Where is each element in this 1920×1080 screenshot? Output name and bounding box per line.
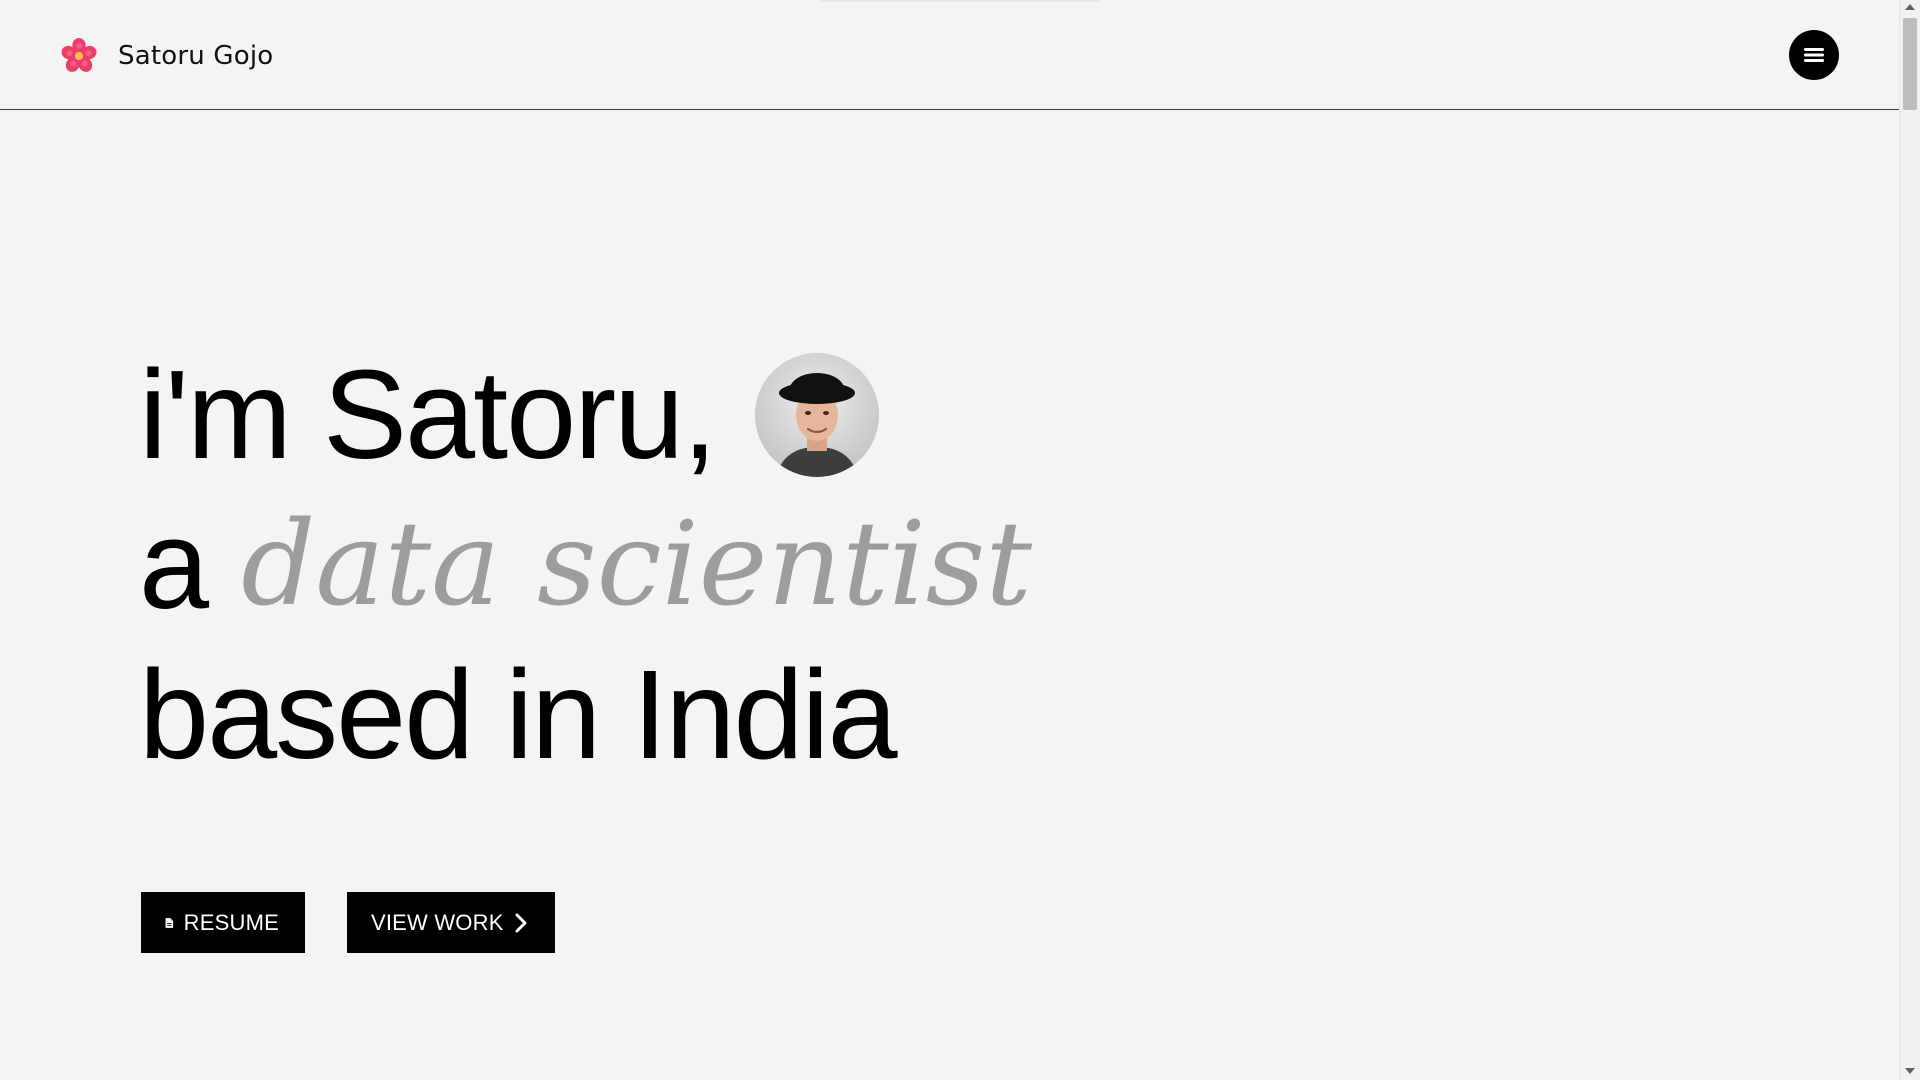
- view-work-button[interactable]: VIEW WORK: [347, 892, 555, 953]
- page: Satoru Gojo i'm Satoru, a data scientist…: [0, 0, 1920, 1080]
- hero-greeting: i'm Satoru,: [139, 344, 717, 485]
- resume-button[interactable]: RESUME: [141, 892, 305, 953]
- hero-line-2: a data scientist: [139, 490, 1032, 640]
- hamburger-icon: [1804, 48, 1824, 62]
- hero-line-1: i'm Satoru,: [139, 340, 1032, 490]
- resume-label: RESUME: [183, 909, 279, 935]
- hero-line-3: based in India: [139, 640, 1032, 790]
- flower-icon: [61, 37, 97, 72]
- vertical-scrollbar[interactable]: [1899, 0, 1920, 1080]
- document-icon: [165, 917, 174, 928]
- hero-actions: RESUME VIEW WORK: [141, 892, 555, 953]
- scroll-up-arrow[interactable]: [1905, 4, 1915, 10]
- scroll-down-arrow[interactable]: [1905, 1068, 1915, 1074]
- hero-location: based in India: [139, 644, 898, 785]
- scroll-thumb[interactable]: [1903, 18, 1917, 110]
- menu-button[interactable]: [1789, 30, 1839, 80]
- profile-photo: [755, 353, 880, 477]
- avatar: [755, 353, 880, 477]
- brand-name: Satoru Gojo: [118, 41, 274, 71]
- hero-prefix: a: [139, 494, 209, 635]
- chevron-right-icon: [515, 913, 527, 932]
- brand-link[interactable]: Satoru Gojo: [60, 36, 273, 76]
- hero-section: i'm Satoru, a data scientist based in In…: [139, 340, 1032, 790]
- view-work-label: VIEW WORK: [371, 909, 504, 935]
- hero-role: data scientist: [241, 497, 1032, 632]
- navbar: Satoru Gojo: [0, 0, 1899, 110]
